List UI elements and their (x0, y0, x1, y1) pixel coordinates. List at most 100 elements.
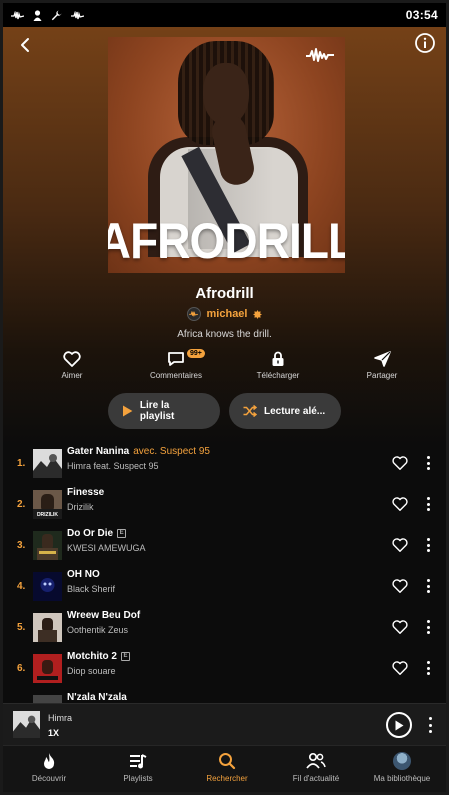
playlist-description: Africa knows the drill. (177, 329, 272, 340)
track-artist: Oothentik Zeus (67, 625, 129, 635)
track-title-text: Wreew Beu Dof (67, 610, 141, 621)
track-artwork (33, 530, 62, 560)
heart-icon (63, 351, 81, 367)
comment-icon (168, 352, 184, 366)
playlist-owner[interactable]: michael (3, 307, 446, 321)
comments-button[interactable]: 99+ Commentaires (131, 349, 221, 380)
app-frame: 03:54 AFRODRILL Afrodrill michael Africa… (3, 3, 446, 792)
explicit-icon: E (117, 529, 127, 538)
chevron-left-icon (21, 38, 29, 52)
audiomack-icon (11, 10, 24, 20)
nav-label: Fil d'actualité (292, 774, 340, 783)
info-button[interactable] (414, 32, 438, 56)
owner-avatar (186, 307, 201, 321)
track-title-text: Motchito 2 (67, 651, 117, 662)
flame-icon (44, 753, 55, 769)
track-artwork (33, 653, 62, 683)
download-label: Télécharger (256, 371, 300, 380)
nav-search[interactable]: Rechercher (184, 752, 270, 783)
play-playlist-label: Lire la playlist (139, 400, 175, 422)
track-meta: OH NO Black Sherif (67, 569, 115, 594)
more-options-icon[interactable] (424, 660, 432, 676)
svg-text:DRIZILIK: DRIZILIK (37, 512, 58, 518)
explicit-icon: E (121, 652, 130, 661)
track-title: N'zala N'zala (67, 692, 127, 703)
nav-label: Découvrir (31, 774, 67, 783)
playlist-cover: AFRODRILL (108, 37, 345, 273)
track-title: Gater Nanina avec. Suspect 95 (67, 446, 210, 457)
comments-label: Commentaires (149, 371, 202, 380)
status-bar: 03:54 (3, 3, 446, 27)
bottom-navigation: Découvrir Playlists Rechercher Fil d'act… (3, 745, 446, 792)
nav-label: Playlists (123, 774, 153, 783)
track-row[interactable]: 6. Motchito 2 E Diop souare (3, 648, 446, 688)
like-button[interactable]: Aimer (27, 351, 117, 380)
track-meta: Wreew Beu Dof Oothentik Zeus (67, 610, 140, 635)
track-title: Motchito 2 E (67, 651, 130, 662)
share-label: Partager (366, 371, 398, 380)
track-meta: Gater Nanina avec. Suspect 95 Himra feat.… (67, 446, 210, 471)
play-playlist-button[interactable]: Lire la playlist (108, 393, 220, 429)
more-options-icon[interactable] (424, 455, 432, 471)
more-options-icon[interactable] (424, 496, 432, 512)
track-number: 1. (17, 457, 26, 469)
track-title-text: OH NO (67, 569, 100, 580)
track-row[interactable]: 5. Wreew Beu Dof Oothentik Zeus (3, 607, 446, 647)
track-title-text: Finesse (67, 487, 105, 498)
track-number: 5. (17, 621, 26, 633)
track-title-text: Do Or Die (67, 528, 114, 539)
shuffle-label: Lecture alé... (264, 405, 326, 417)
audiomack-icon (71, 10, 84, 20)
mini-player-rate[interactable]: 1X (48, 728, 59, 738)
more-options-icon[interactable] (424, 537, 432, 553)
verified-icon (253, 309, 263, 319)
track-meta: N'zala N'zala (67, 692, 127, 703)
heart-icon[interactable] (392, 578, 408, 594)
back-button[interactable] (13, 33, 37, 57)
track-featuring: avec. Suspect 95 (133, 446, 210, 457)
track-row[interactable]: 1. Gater Nanina avec. Suspect 95 Himra fe… (3, 443, 446, 483)
action-row: Aimer 99+ Commentaires Télécharger Parta… (3, 349, 446, 387)
heart-icon[interactable] (392, 455, 408, 471)
track-artwork (33, 571, 62, 601)
track-number: 4. (17, 580, 26, 592)
more-options-icon[interactable] (424, 578, 432, 594)
download-button[interactable]: Télécharger (233, 351, 323, 380)
owner-name[interactable]: michael (207, 308, 248, 320)
track-row[interactable]: 3. Do Or Die E KWESI AMEWUGA (3, 525, 446, 565)
track-artwork (33, 448, 62, 478)
track-artist: Drizilik (67, 502, 94, 512)
track-row[interactable]: 4. OH NO Black Sherif (3, 566, 446, 606)
mini-player-artist: Himra (48, 713, 72, 723)
track-row[interactable]: 2. DRIZILIK Finesse Drizilik (3, 484, 446, 524)
more-options-icon[interactable] (424, 619, 432, 635)
like-label: Aimer (61, 371, 83, 380)
wrench-icon (51, 10, 62, 21)
shuffle-button[interactable]: Lecture alé... (229, 393, 341, 429)
heart-icon[interactable] (392, 537, 408, 553)
heart-icon[interactable] (392, 619, 408, 635)
nav-discover[interactable]: Découvrir (6, 752, 92, 783)
mini-player-play-button[interactable] (386, 712, 412, 738)
nav-feed[interactable]: Fil d'actualité (273, 752, 359, 783)
track-artist: Diop souare (67, 666, 116, 676)
search-icon (219, 753, 236, 770)
track-title-text: N'zala N'zala (67, 692, 127, 703)
heart-icon[interactable] (392, 496, 408, 512)
track-artwork: DRIZILIK (33, 489, 62, 519)
nav-label: Ma bibliothèque (373, 774, 431, 783)
track-meta: Motchito 2 E Diop souare (67, 651, 130, 676)
share-button[interactable]: Partager (337, 351, 427, 380)
nav-library[interactable]: Ma bibliothèque (359, 752, 445, 783)
mini-player[interactable]: Himra 1X (3, 703, 446, 745)
playback-buttons: Lire la playlist Lecture alé... (3, 393, 446, 429)
heart-icon[interactable] (392, 660, 408, 676)
more-options-icon[interactable] (426, 717, 434, 733)
track-number: 3. (17, 539, 26, 551)
status-time: 03:54 (405, 8, 438, 22)
track-meta: Do Or Die E KWESI AMEWUGA (67, 528, 146, 553)
avatar-icon (393, 752, 411, 770)
play-icon (395, 720, 404, 730)
track-number: 6. (17, 662, 26, 674)
nav-playlists[interactable]: Playlists (95, 752, 181, 783)
